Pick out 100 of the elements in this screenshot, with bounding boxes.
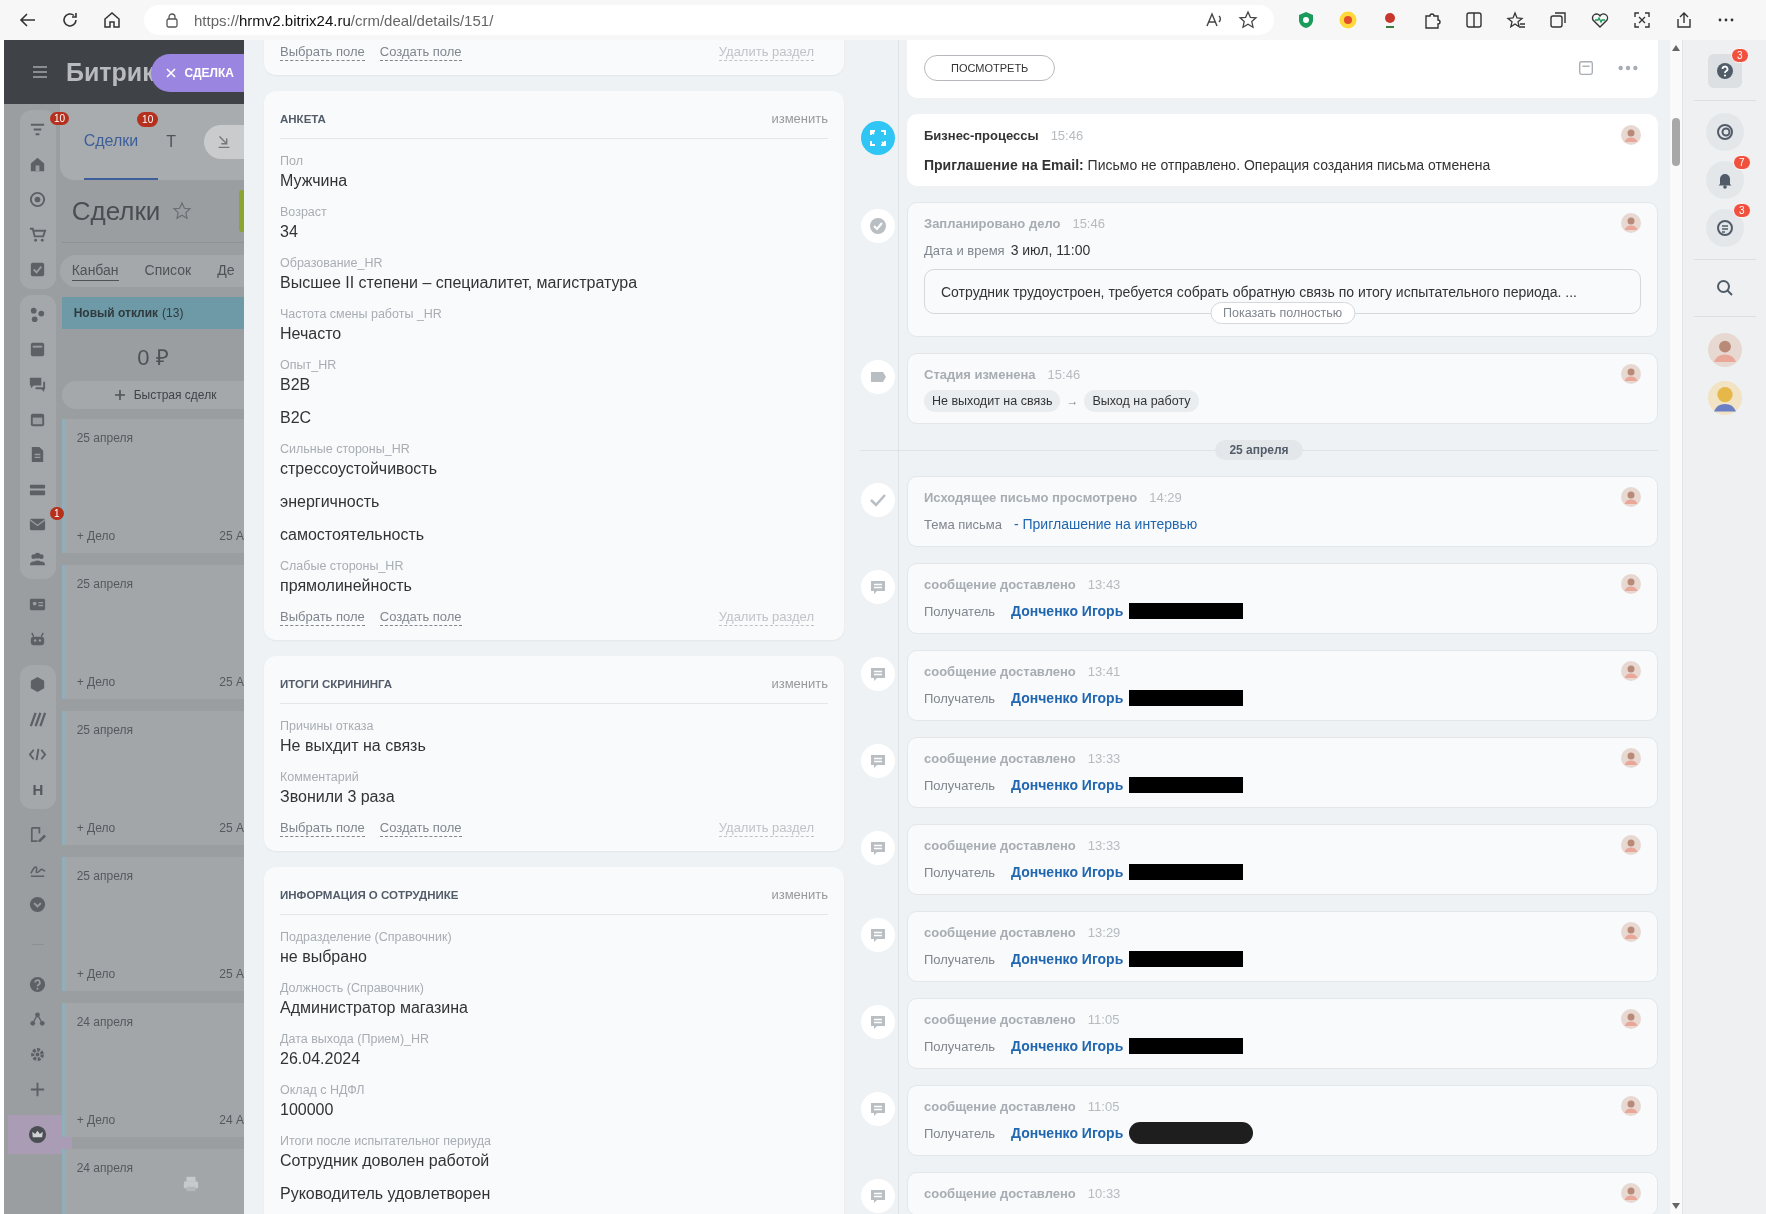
add-activity-link[interactable]: + Дело: [76, 529, 116, 543]
event-title: сообщение доставлено: [924, 924, 1076, 940]
view-tab[interactable]: Список: [144, 262, 192, 280]
field-value: Администратор магазина: [280, 998, 469, 1018]
add-activity-link[interactable]: + Дело: [76, 821, 116, 835]
field-value: Мужчина: [280, 171, 349, 191]
field-label: Получатель: [924, 603, 996, 619]
field-value: B2B: [280, 375, 312, 395]
column-total: 0 ₽: [136, 344, 170, 372]
field-label: Дата выхода (Прием)_HR: [280, 1031, 431, 1048]
view-tab[interactable]: Канбан: [71, 261, 119, 281]
field-value: B2C: [280, 408, 313, 428]
event-time: 15:46: [1072, 215, 1105, 231]
menu-letter[interactable]: H: [32, 781, 44, 798]
deal-card[interactable]: 25 апреля + Дело 25 А: [61, 857, 244, 991]
view-button[interactable]: ПОСМОТРЕТЬ: [924, 55, 1056, 81]
event-title: сообщение доставлено: [924, 1098, 1076, 1114]
field-label: Итоги после испытательног периуда: [280, 1133, 493, 1150]
deal-card[interactable]: 25 апреля + Дело 25 А: [61, 711, 244, 845]
due-date: 24 А: [219, 1113, 244, 1127]
field-value: прямолинейность: [280, 576, 413, 596]
deal-card[interactable]: 25 апреля + Дело 25 А: [61, 419, 244, 553]
count-badge: 10: [50, 112, 70, 125]
show-more-button[interactable]: Показать полностью: [1209, 302, 1356, 324]
recipient-link[interactable]: Донченко Игорь: [1011, 777, 1124, 793]
field-label: Получатель: [924, 1038, 996, 1054]
edit-link[interactable]: изменить: [771, 111, 828, 126]
select-field-link[interactable]: Выбрать поле: [280, 609, 365, 626]
delete-section-link[interactable]: Удалить раздел: [718, 609, 814, 626]
subject-link[interactable]: - Приглашение на интервью: [1013, 516, 1198, 532]
field-value: Звонили 3 раза: [280, 787, 396, 807]
deal-card[interactable]: 24 апреля + Дело 24 А: [61, 1003, 244, 1137]
recipient-link[interactable]: Донченко Игорь: [1011, 1125, 1124, 1141]
quick-add-button[interactable]: Быстрая сделк: [61, 381, 244, 409]
recipient-link[interactable]: Донченко Игорь: [1011, 690, 1124, 706]
event-time: 11:05: [1087, 1098, 1120, 1114]
deal-card[interactable]: 24 апреля: [61, 1149, 244, 1214]
field-label: Тема письма: [924, 516, 1002, 532]
section-title: АНКЕТА: [280, 112, 326, 125]
add-activity-link[interactable]: + Дело: [76, 675, 116, 689]
field-value: не выбрано: [280, 947, 368, 967]
event-time: 11:05: [1087, 1011, 1120, 1027]
add-activity-link[interactable]: + Дело: [76, 967, 116, 981]
field-label: Пол: [280, 153, 304, 170]
due-date: 25 А: [219, 675, 244, 689]
view-tab[interactable]: Де: [217, 262, 235, 280]
section-title: ИНФОРМАЦИЯ О СОТРУДНИКЕ: [280, 888, 459, 901]
add-activity-link[interactable]: + Дело: [76, 1113, 116, 1127]
tab[interactable]: Т: [166, 104, 196, 180]
card-date: 25 апреля: [76, 577, 134, 591]
field-value: 100000: [280, 1100, 335, 1120]
select-field-link[interactable]: Выбрать поле: [280, 44, 365, 61]
event-time: 10:33: [1087, 1185, 1121, 1201]
field-label: Слабые стороны_HR: [280, 558, 405, 575]
event-title: сообщение доставлено: [924, 663, 1076, 679]
field-value: стрессоустойчивость: [280, 459, 438, 479]
field-value: Нечасто: [280, 324, 343, 344]
deal-card[interactable]: 25 апреля + Дело 25 А: [61, 565, 244, 699]
recipient-link[interactable]: Донченко Игорь: [1011, 864, 1124, 880]
field-label: Подразделение (Справочник): [280, 929, 453, 946]
create-field-link[interactable]: Создать поле: [379, 44, 462, 61]
field-value: Сотрудник доволен работой: [280, 1151, 491, 1171]
field-label: Дата и время: [924, 242, 1005, 258]
select-field-link[interactable]: Выбрать поле: [280, 820, 365, 837]
field-value: самостоятельность: [280, 525, 426, 545]
event-title: Запланировано дело: [924, 215, 1061, 231]
count-badge: 10: [137, 112, 159, 127]
delete-section-link[interactable]: Удалить раздел: [718, 44, 814, 61]
field-label: Оклад с НДФЛ: [280, 1082, 366, 1099]
card-date: 25 апреля: [76, 869, 134, 883]
edit-link[interactable]: изменить: [771, 676, 828, 691]
card-date: 24 апреля: [76, 1015, 134, 1029]
field-label: Получатель: [924, 951, 996, 967]
recipient-link[interactable]: Донченко Игорь: [1011, 1038, 1124, 1054]
due-date: 25 А: [219, 967, 244, 981]
event-title: Исходящее письмо просмотрено: [924, 489, 1138, 505]
event-title: сообщение доставлено: [924, 1185, 1076, 1201]
recipient-link[interactable]: Донченко Игорь: [1011, 603, 1124, 619]
tab[interactable]: Сделки 10: [83, 104, 159, 180]
edit-link[interactable]: изменить: [771, 887, 828, 902]
field-label: Получатель: [924, 864, 996, 880]
address-bar[interactable]: https://hrmv2.bitrix24.ru/crm/deal/details/151/: [144, 5, 1274, 35]
field-label: Образование_HR: [280, 255, 384, 272]
field-label: Получатель: [924, 690, 996, 706]
recipient-link[interactable]: Донченко Игорь: [1011, 951, 1124, 967]
event-text: Приглашение на Email: Письмо не отправлено. Операция создания письма отменена: [924, 157, 1492, 173]
field-label: Получатель: [924, 1125, 996, 1141]
create-field-link[interactable]: Создать поле: [379, 609, 462, 626]
event-title: сообщение доставлено: [924, 837, 1076, 853]
field-value: энергичность: [280, 492, 381, 512]
field-value: 26.04.2024: [280, 1049, 362, 1069]
event-time: 14:29: [1149, 489, 1182, 505]
delete-section-link[interactable]: Удалить раздел: [718, 820, 814, 837]
field-value: 3 июл, 11:00: [1010, 242, 1091, 258]
event-time: 15:46: [1047, 366, 1081, 382]
stage-chip: Выход на работу: [1084, 390, 1199, 412]
field-label: Комментарий: [280, 769, 360, 786]
date-divider: 25 апреля: [1215, 440, 1303, 460]
create-field-link[interactable]: Создать поле: [379, 820, 462, 837]
event-title: сообщение доставлено: [924, 750, 1076, 766]
